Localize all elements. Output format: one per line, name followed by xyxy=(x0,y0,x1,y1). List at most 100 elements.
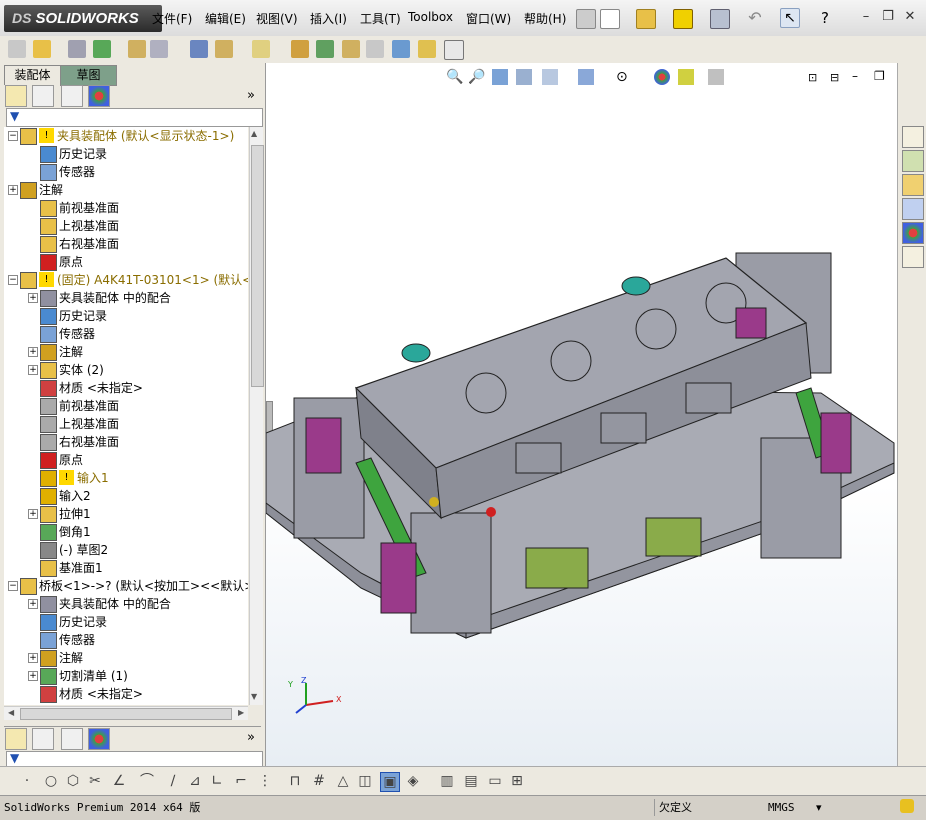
insert-component-icon[interactable] xyxy=(8,40,26,58)
instant3d-icon[interactable] xyxy=(444,40,464,60)
construction-geometry-icon[interactable]: ⋮ xyxy=(256,772,274,790)
viewport-split-icon[interactable]: ⊡ xyxy=(808,71,817,84)
previous-view-icon[interactable] xyxy=(492,69,508,85)
four-view-icon[interactable]: ⊞ xyxy=(508,772,526,790)
help-question-icon[interactable]: ? xyxy=(816,9,834,27)
menu-insert[interactable]: 插入(I) xyxy=(310,10,347,27)
tree-item[interactable]: 上视基准面 xyxy=(4,217,248,235)
task-pane-home-icon[interactable] xyxy=(902,126,924,148)
expand-toggle-icon[interactable]: + xyxy=(28,509,38,519)
tree-item[interactable]: −!(固定) A4K41T-03101<1> (默认<<默 xyxy=(4,271,248,289)
expand-toggle-icon[interactable]: + xyxy=(28,599,38,609)
tree-item[interactable]: 倒角1 xyxy=(4,523,248,541)
expand-toggle-icon[interactable]: + xyxy=(28,293,38,303)
tree-item[interactable]: 传感器 xyxy=(4,631,248,649)
solidworks-logo[interactable]: DS SOLIDWORKS xyxy=(4,5,162,32)
shaded-view-icon[interactable]: ▣ xyxy=(380,772,400,792)
tree-item[interactable]: 右视基准面 xyxy=(4,235,248,253)
tree-filter-bar[interactable]: ▼ xyxy=(6,108,263,127)
tree-horizontal-scrollbar[interactable]: ◀ ▶ xyxy=(4,706,248,720)
mate-paperclip-icon[interactable] xyxy=(68,40,86,58)
view-orientation-icon[interactable] xyxy=(578,69,594,85)
lower-display-manager-tab-icon[interactable] xyxy=(88,728,110,750)
display-style-dropdown-icon[interactable]: ◈ xyxy=(404,772,422,790)
dynamic-annotation-icon[interactable] xyxy=(542,69,558,85)
wireframe-icon[interactable]: ▤ xyxy=(462,772,480,790)
hscroll-thumb[interactable] xyxy=(20,708,232,720)
menu-file[interactable]: 文件(F) xyxy=(152,10,192,27)
lower-property-manager-tab-icon[interactable] xyxy=(32,728,54,750)
expand-toggle-icon[interactable]: + xyxy=(28,365,38,375)
select-arrow-icon[interactable]: ↖ xyxy=(780,8,800,28)
scroll-up-arrow-icon[interactable]: ▲ xyxy=(251,129,257,138)
display-style-icon[interactable]: ⊙ xyxy=(616,69,628,85)
lower-configuration-manager-tab-icon[interactable] xyxy=(61,728,83,750)
viewport-minimize-button[interactable]: – xyxy=(852,69,858,83)
lower-feature-tree-tab-icon[interactable] xyxy=(5,728,27,750)
teal-cylinder-2[interactable] xyxy=(621,276,651,296)
property-manager-tab-icon[interactable] xyxy=(32,85,54,107)
scroll-thumb[interactable] xyxy=(251,145,264,387)
mirror-icon[interactable]: ⊿ xyxy=(186,772,204,790)
trim-icon[interactable]: ✂ xyxy=(86,772,104,790)
new-document-icon[interactable] xyxy=(600,9,620,29)
menu-toolbox[interactable]: Toolbox xyxy=(408,10,453,24)
configuration-manager-tab-icon[interactable] xyxy=(61,85,83,107)
corner-rectangle-icon[interactable]: ⌐ xyxy=(232,772,250,790)
viewport-link-icon[interactable]: ⊟ xyxy=(830,71,839,84)
task-pane-custom-properties-icon[interactable] xyxy=(902,246,924,268)
lower-filter-funnel-icon[interactable]: ▼ xyxy=(10,751,19,765)
edit-appearance-icon[interactable] xyxy=(654,69,670,85)
reference-geometry-icon[interactable] xyxy=(252,40,270,58)
pin-icon[interactable] xyxy=(576,9,596,29)
graphics-area[interactable]: 🔍 🔎 ⊙ ⊡ ⊟ – ❐ ✕ xyxy=(266,63,926,766)
menu-edit[interactable]: 编辑(E) xyxy=(205,10,246,27)
tree-item[interactable]: 右视基准面 xyxy=(4,433,248,451)
rebuild-status-icon[interactable] xyxy=(900,799,914,813)
tree-item[interactable]: + 注解 xyxy=(4,649,248,667)
new-part-icon[interactable] xyxy=(33,40,51,58)
tree-item[interactable]: 材质 <未指定> xyxy=(4,685,248,703)
tree-item[interactable]: 前视基准面 xyxy=(4,397,248,415)
tree-item[interactable]: 基准面1 xyxy=(4,559,248,577)
tree-item[interactable]: 原点 xyxy=(4,253,248,271)
undo-icon[interactable]: ↶ xyxy=(746,9,764,27)
apply-scene-icon[interactable] xyxy=(678,69,694,85)
task-pane-resources-icon[interactable] xyxy=(902,150,924,172)
magenta-clamp-left[interactable] xyxy=(305,417,342,474)
convert-entities-icon[interactable]: ∟ xyxy=(208,772,226,790)
assembly-features-icon[interactable] xyxy=(215,40,233,58)
rebuild-icon[interactable] xyxy=(673,9,693,29)
support-block-1[interactable] xyxy=(525,547,589,589)
tree-vertical-scrollbar[interactable]: ▲ ▼ xyxy=(249,127,264,705)
linear-pattern-icon[interactable] xyxy=(93,40,111,58)
show-hidden-icon[interactable] xyxy=(190,40,208,58)
new-motion-study-icon[interactable] xyxy=(291,40,309,58)
menu-help[interactable]: 帮助(H) xyxy=(524,10,566,27)
minimize-button[interactable]: – xyxy=(856,8,876,26)
single-view-icon[interactable]: ▭ xyxy=(486,772,504,790)
polygon-icon[interactable]: ⬡ xyxy=(64,772,82,790)
expand-toggle-icon[interactable]: + xyxy=(28,671,38,681)
smart-fasteners-icon[interactable] xyxy=(128,40,146,58)
status-units[interactable]: MMGS xyxy=(768,799,795,816)
restore-button[interactable]: ❐ xyxy=(878,8,898,26)
menu-view[interactable]: 视图(V) xyxy=(256,10,298,27)
tree-item[interactable]: 历史记录 xyxy=(4,613,248,631)
units-dropdown-arrow-icon[interactable]: ▾ xyxy=(816,799,822,816)
task-pane-appearances-icon[interactable] xyxy=(902,222,924,244)
task-pane-design-library-icon[interactable] xyxy=(902,174,924,196)
circle-icon[interactable]: ○ xyxy=(42,772,60,790)
fixture-assembly-model[interactable] xyxy=(266,213,906,703)
tree-item[interactable]: 历史记录 xyxy=(4,145,248,163)
close-button[interactable]: ✕ xyxy=(900,8,920,26)
tree-item[interactable]: ! 输入1 xyxy=(4,469,248,487)
tree-item[interactable]: 原点 xyxy=(4,451,248,469)
tree-item[interactable]: 前视基准面 xyxy=(4,199,248,217)
scroll-right-arrow-icon[interactable]: ▶ xyxy=(238,708,244,717)
tree-item[interactable]: − 桥板<1>->? (默认<按加工><<默认>_显 xyxy=(4,577,248,595)
teal-cylinder-1[interactable] xyxy=(401,343,431,363)
tab-assembly[interactable]: 装配体 xyxy=(4,65,61,85)
scroll-down-arrow-icon[interactable]: ▼ xyxy=(251,692,257,701)
viewport-restore-button[interactable]: ❐ xyxy=(874,69,885,83)
